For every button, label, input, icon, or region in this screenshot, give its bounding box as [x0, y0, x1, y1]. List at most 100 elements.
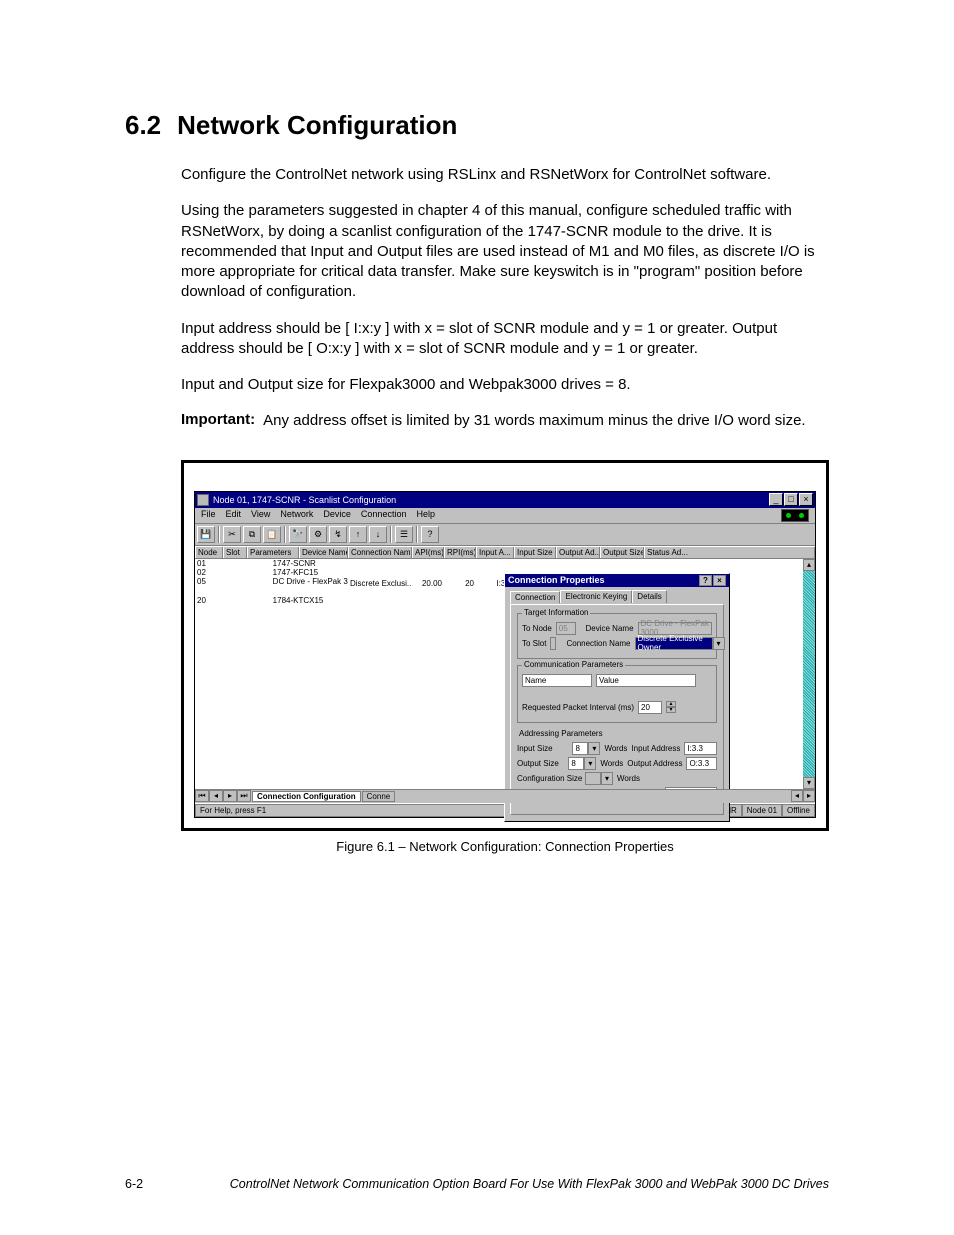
rpi-field[interactable]: 20: [638, 701, 662, 714]
menu-connection[interactable]: Connection: [361, 509, 407, 522]
menu-edit[interactable]: Edit: [226, 509, 242, 522]
col-parameters[interactable]: Parameters: [247, 547, 299, 558]
table-row[interactable]: 02 1747-KFC15: [195, 568, 348, 577]
col-output-size[interactable]: Output Size: [600, 547, 644, 558]
dialog-help-icon[interactable]: ?: [699, 575, 712, 586]
cell-node: 02: [195, 568, 216, 577]
scroll-up-icon[interactable]: ▴: [803, 559, 815, 571]
cell: Discrete Exclusi...: [348, 579, 412, 588]
input-size-label: Input Size: [517, 744, 568, 753]
paste-icon[interactable]: 📋: [263, 526, 281, 543]
horizontal-scrollbar[interactable]: ◂ ▸: [791, 790, 815, 802]
dialog-titlebar: Connection Properties ? ×: [505, 574, 729, 587]
upload-icon[interactable]: ↑: [349, 526, 367, 543]
scroll-down-icon[interactable]: ▾: [803, 777, 815, 789]
col-rpi[interactable]: RPI(ms): [444, 547, 476, 558]
chevron-down-icon[interactable]: ▾: [666, 707, 676, 713]
grid-header: Node Slot Parameters Device Name Connect…: [195, 546, 815, 559]
grid-body: 01 1747-SCNR 02 1747-KFC15 05 DC: [195, 559, 815, 789]
menu-file[interactable]: File: [201, 509, 216, 522]
to-slot-field: [550, 637, 556, 650]
input-size-combo[interactable]: 8 ▾: [572, 742, 600, 755]
properties-icon[interactable]: ⚙: [309, 526, 327, 543]
col-output-addr[interactable]: Output Ad...: [556, 547, 600, 558]
window-title: Node 01, 1747-SCNR - Scanlist Configurat…: [213, 495, 769, 505]
minimize-icon[interactable]: _: [769, 493, 783, 506]
table-row[interactable]: 05 DC Drive - FlexPak 3000: [195, 577, 348, 586]
dialog-title: Connection Properties: [508, 575, 605, 585]
save-icon[interactable]: 💾: [197, 526, 215, 543]
cut-icon[interactable]: ✂: [223, 526, 241, 543]
scroll-left-icon[interactable]: ◂: [791, 790, 803, 802]
to-slot-label: To Slot: [522, 639, 546, 648]
tab-electronic-keying[interactable]: Electronic Keying: [560, 590, 632, 603]
chevron-down-icon[interactable]: ▾: [713, 637, 725, 650]
app-icon: [197, 494, 209, 506]
binoculars-icon[interactable]: 🔭: [289, 526, 307, 543]
cell-node: 20: [195, 596, 216, 605]
first-tab-icon[interactable]: ⏮: [195, 790, 209, 802]
col-api[interactable]: API(ms): [412, 547, 444, 558]
config-size-label: Configuration Size: [517, 774, 581, 783]
table-row[interactable]: 20 1784-KTCX15: [195, 596, 348, 605]
close-icon[interactable]: ×: [799, 493, 813, 506]
menu-network[interactable]: Network: [280, 509, 313, 522]
menu-bar: File Edit View Network Device Connection…: [195, 508, 815, 524]
col-status-addr[interactable]: Status Ad...: [644, 547, 815, 558]
chevron-down-icon[interactable]: ▾: [584, 757, 596, 770]
menu-help[interactable]: Help: [416, 509, 435, 522]
col-node[interactable]: Node: [195, 547, 223, 558]
col-connection-name[interactable]: Connection Name: [348, 547, 412, 558]
comm-value-header: Value: [596, 674, 696, 687]
vertical-scrollbar[interactable]: ▴ ▾: [803, 559, 815, 789]
copy-icon[interactable]: ⧉: [243, 526, 261, 543]
rpi-spinner[interactable]: ▴▾: [666, 701, 676, 713]
paragraph-1: Configure the ControlNet network using R…: [181, 165, 829, 185]
prev-tab-icon[interactable]: ◂: [209, 790, 223, 802]
to-node-label: To Node: [522, 624, 552, 633]
tree-icon[interactable]: ☰: [395, 526, 413, 543]
paragraph-3: Input address should be [ I:x:y ] with x…: [181, 319, 829, 360]
chevron-down-icon[interactable]: ▾: [588, 742, 600, 755]
output-addr-label: Output Address: [627, 759, 682, 768]
tab-connection[interactable]: Connection: [510, 591, 560, 604]
section-number: 6.2: [125, 110, 161, 141]
device-name-field: DC Drive - FlexPak 3000: [638, 622, 712, 635]
sheet-tab-active[interactable]: Connection Configuration: [252, 791, 361, 802]
connection-properties-dialog: Connection Properties ? × Connection Ele…: [504, 573, 730, 822]
network-icon[interactable]: ↯: [329, 526, 347, 543]
important-note: Important: Any address offset is limited…: [181, 411, 829, 431]
output-size-combo[interactable]: 8 ▾: [568, 757, 596, 770]
menu-device[interactable]: Device: [323, 509, 351, 522]
output-addr-field[interactable]: O:3.3: [686, 757, 717, 770]
scroll-right-icon[interactable]: ▸: [803, 790, 815, 802]
cell-device: 1747-SCNR: [271, 559, 348, 568]
words-label: Words: [604, 744, 627, 753]
cell-device: DC Drive - FlexPak 3000: [271, 577, 348, 586]
input-addr-field[interactable]: I:3.3: [684, 742, 717, 755]
paragraph-2: Using the parameters suggested in chapte…: [181, 201, 829, 302]
table-row[interactable]: 01 1747-SCNR: [195, 559, 348, 568]
chevron-down-icon[interactable]: ▾: [601, 772, 613, 785]
config-size-combo[interactable]: ▾: [585, 772, 613, 785]
last-tab-icon[interactable]: ⏭: [237, 790, 251, 802]
sheet-tab-other[interactable]: Conne: [362, 791, 396, 802]
words-label: Words: [600, 759, 623, 768]
to-node-field: 05: [556, 622, 576, 635]
dialog-close-icon[interactable]: ×: [713, 575, 726, 586]
tab-details[interactable]: Details: [632, 590, 666, 603]
maximize-icon[interactable]: □: [784, 493, 798, 506]
status-state: Offline: [782, 804, 815, 817]
connection-name-combo[interactable]: Discrete Exclusive Owner ▾: [635, 637, 725, 650]
figure-caption: Figure 6.1 – Network Configuration: Conn…: [181, 839, 829, 854]
menu-view[interactable]: View: [251, 509, 270, 522]
figure-frame: Node 01, 1747-SCNR - Scanlist Configurat…: [181, 460, 829, 831]
col-device-name[interactable]: Device Name: [299, 547, 348, 558]
download-icon[interactable]: ↓: [369, 526, 387, 543]
col-slot[interactable]: Slot: [223, 547, 247, 558]
col-input-size[interactable]: Input Size: [514, 547, 556, 558]
col-input-addr[interactable]: Input A...: [476, 547, 514, 558]
context-help-icon[interactable]: ?: [421, 526, 439, 543]
cell-device: 1784-KTCX15: [271, 596, 348, 605]
next-tab-icon[interactable]: ▸: [223, 790, 237, 802]
